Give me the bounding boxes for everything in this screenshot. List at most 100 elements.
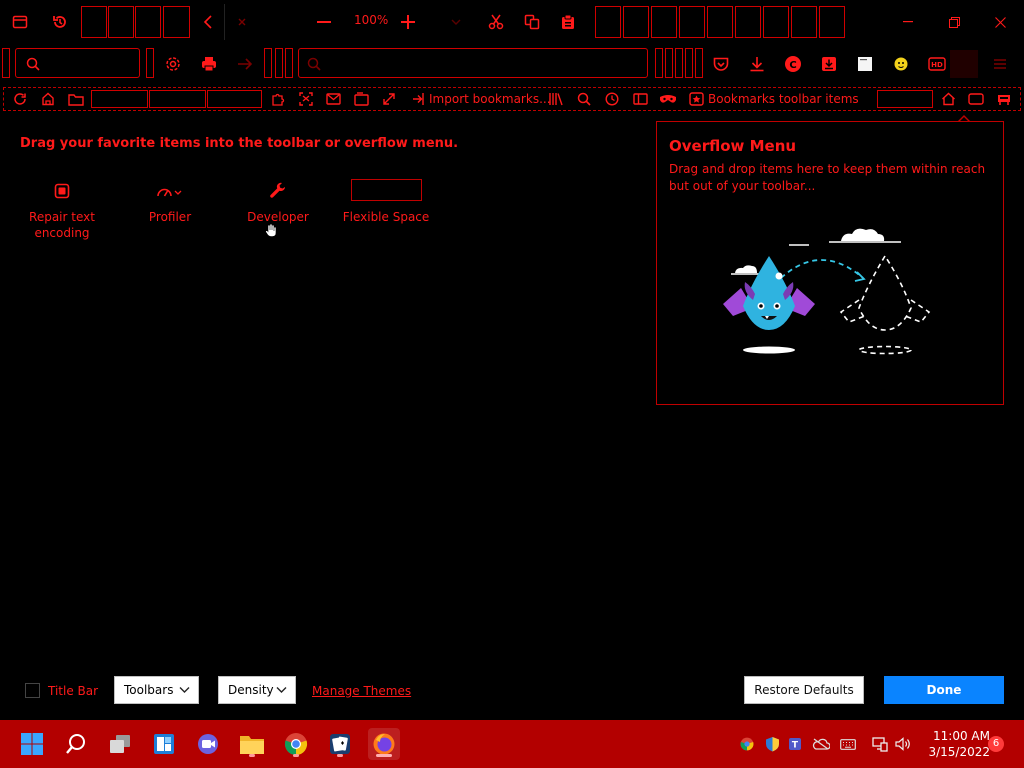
notification-badge[interactable]: 6 — [988, 736, 1004, 752]
zoom-level[interactable]: 100% — [354, 13, 388, 27]
zoom-in-icon[interactable] — [398, 12, 418, 32]
screenshot-icon[interactable] — [296, 89, 316, 109]
toolbars-select[interactable]: Toolbars — [114, 676, 199, 704]
url-bar[interactable] — [298, 48, 648, 78]
file-explorer-button[interactable] — [236, 728, 268, 760]
toolbar-placeholder-slot[interactable] — [264, 48, 272, 78]
home-icon[interactable] — [938, 89, 958, 109]
firefox-button[interactable] — [368, 728, 400, 760]
import-bookmarks-icon[interactable] — [408, 89, 428, 109]
hd-extension-icon[interactable]: HD — [927, 54, 947, 74]
account-avatar[interactable] — [950, 50, 978, 78]
toolbar-placeholder-slot[interactable] — [275, 48, 283, 78]
palette-item-flexible-space[interactable]: Flexible Space — [336, 179, 436, 225]
palette-item-developer[interactable]: Developer — [228, 181, 328, 225]
copy-icon[interactable] — [522, 12, 542, 32]
close-tab-icon[interactable] — [232, 12, 252, 32]
toolbar-placeholder-slot[interactable] — [91, 90, 148, 108]
palette-item-repair-text-encoding[interactable]: Repair text encoding — [12, 181, 112, 241]
paste-icon[interactable] — [558, 12, 578, 32]
save-to-device-icon[interactable] — [819, 54, 839, 74]
palette-item-profiler[interactable]: Profiler — [120, 181, 220, 225]
teams-tray-icon[interactable]: T — [788, 736, 804, 752]
network-icon[interactable] — [872, 736, 888, 752]
reload-icon[interactable] — [10, 89, 30, 109]
toolbar-placeholder-slot[interactable] — [819, 6, 845, 38]
toolbar-placeholder-slot[interactable] — [763, 6, 789, 38]
solitaire-button[interactable] — [324, 728, 356, 760]
toolbar-placeholder-slot[interactable] — [679, 6, 705, 38]
print-icon[interactable] — [199, 54, 219, 74]
taskbar-search-button[interactable] — [60, 728, 92, 760]
bookmarks-toolbar-items-icon[interactable] — [686, 89, 706, 109]
density-select[interactable]: Density — [218, 676, 296, 704]
emoji-extension-icon[interactable] — [891, 54, 911, 74]
note-extension-icon[interactable] — [855, 54, 875, 74]
gear-icon[interactable] — [163, 54, 183, 74]
toolbar-placeholder-slot[interactable] — [108, 6, 134, 38]
extensions-puzzle-icon[interactable] — [268, 89, 288, 109]
toolbar-placeholder-slot[interactable] — [665, 48, 673, 78]
toolbar-placeholder-slot[interactable] — [735, 6, 761, 38]
toolbar-placeholder-slot[interactable] — [285, 48, 293, 78]
toolbar-placeholder-slot[interactable] — [81, 6, 107, 38]
title-bar-checkbox[interactable] — [25, 683, 40, 698]
toolbar-placeholder-slot[interactable] — [675, 48, 683, 78]
sidebar-icon[interactable] — [630, 89, 650, 109]
chrome-button[interactable] — [280, 728, 312, 760]
toolbar-placeholder-slot[interactable] — [707, 6, 733, 38]
new-tab-icon[interactable] — [351, 89, 371, 109]
folder-icon[interactable] — [66, 89, 86, 109]
library-icon[interactable] — [546, 89, 566, 109]
extension-badge-icon[interactable]: C — [783, 54, 803, 74]
private-window-mask-icon[interactable] — [658, 89, 678, 109]
history-icon[interactable] — [50, 12, 70, 32]
toolbar-placeholder-slot[interactable] — [135, 6, 161, 38]
widgets-button[interactable] — [148, 728, 180, 760]
toolbar-placeholder-slot[interactable] — [877, 90, 933, 108]
home-pin-icon[interactable] — [38, 89, 58, 109]
overflow-panel[interactable]: Overflow Menu Drag and drop items here t… — [656, 121, 1004, 405]
overflow-icon[interactable] — [994, 89, 1014, 109]
search-icon[interactable] — [574, 89, 594, 109]
overflow-menu-button-icon[interactable] — [966, 89, 986, 109]
toolbar-placeholder-slot[interactable] — [149, 90, 206, 108]
clock-icon[interactable] — [602, 89, 622, 109]
chrome-tray-icon[interactable] — [739, 736, 755, 752]
bookmarks-toolbar-items-label[interactable]: Bookmarks toolbar items — [708, 92, 859, 106]
back-icon[interactable] — [198, 12, 218, 32]
done-button[interactable]: Done — [884, 676, 1004, 704]
title-bar-label[interactable]: Title Bar — [48, 684, 98, 698]
restore-defaults-button[interactable]: Restore Defaults — [744, 676, 864, 704]
email-link-icon[interactable] — [323, 89, 343, 109]
teams-chat-button[interactable] — [192, 728, 224, 760]
toolbar-placeholder-slot[interactable] — [655, 48, 663, 78]
search-box[interactable] — [15, 48, 140, 78]
toolbar-placeholder-slot[interactable] — [146, 48, 154, 78]
manage-themes-link[interactable]: Manage Themes — [312, 684, 411, 698]
download-icon[interactable] — [747, 54, 767, 74]
fullscreen-icon[interactable] — [379, 89, 399, 109]
chevron-down-icon[interactable] — [446, 12, 466, 32]
zoom-out-icon[interactable] — [314, 12, 334, 32]
volume-icon[interactable] — [895, 736, 911, 752]
toolbar-placeholder-slot[interactable] — [207, 90, 262, 108]
toolbar-placeholder-slot[interactable] — [685, 48, 693, 78]
pocket-icon[interactable] — [711, 54, 731, 74]
start-button[interactable] — [16, 728, 48, 760]
hamburger-menu-icon[interactable] — [990, 54, 1010, 74]
toolbar-placeholder-slot[interactable] — [651, 6, 677, 38]
clock[interactable]: 11:00 AM 3/15/2022 — [920, 728, 990, 760]
cut-icon[interactable] — [486, 12, 506, 32]
toolbar-placeholder-slot[interactable] — [623, 6, 649, 38]
toolbar-placeholder-slot[interactable] — [163, 6, 190, 38]
toolbar-placeholder-slot[interactable] — [791, 6, 817, 38]
forward-icon[interactable] — [235, 54, 255, 74]
close-window-icon[interactable] — [990, 12, 1010, 32]
restore-icon[interactable] — [944, 12, 964, 32]
security-shield-icon[interactable] — [764, 736, 780, 752]
keyboard-icon[interactable] — [840, 736, 856, 752]
onedrive-offline-icon[interactable] — [812, 736, 830, 752]
minimize-icon[interactable] — [898, 12, 918, 32]
toolbar-placeholder-slot[interactable] — [595, 6, 621, 38]
